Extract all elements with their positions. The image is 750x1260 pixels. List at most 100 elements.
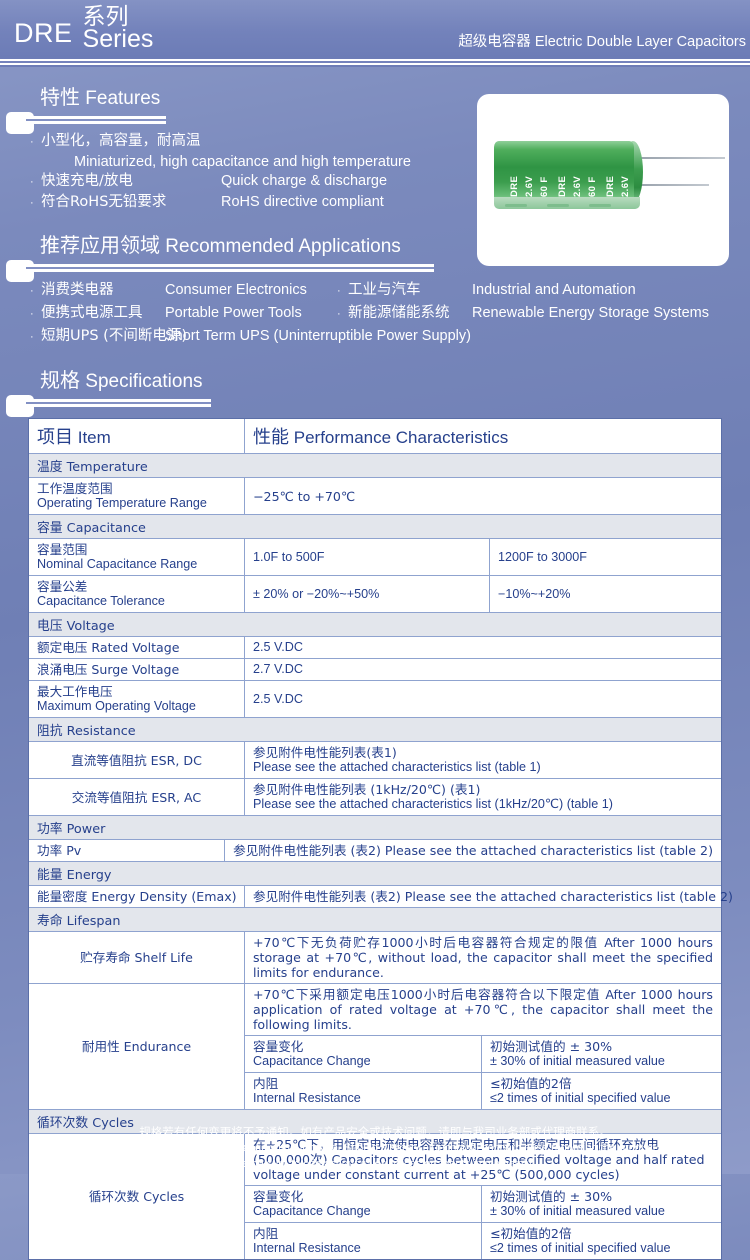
- row-label-cn: 工作温度范围: [37, 481, 113, 496]
- cycles-sub-label: 容量变化 Capacitance Change: [245, 1186, 482, 1222]
- row-label-cn: 最大工作电压: [37, 684, 113, 699]
- table-row: 直流等值阻抗 ESR, DC 参见附件电性能列表(表1) Please see …: [29, 742, 721, 779]
- row-label-en: Nominal Capacitance Range: [37, 557, 198, 571]
- cycles-sub-label: 内阻 Internal Resistance: [245, 1223, 482, 1259]
- table-group-row: 功率 Power: [29, 816, 721, 840]
- section-rule-line: [26, 116, 166, 125]
- sub-label-cn: 内阻: [253, 1226, 279, 1241]
- features-rule: [0, 112, 750, 134]
- specifications-rule: [0, 395, 750, 417]
- list-item: · 短期UPS (不间断电源) Short Term UPS (Uninterru…: [30, 325, 750, 348]
- row-value-nominal-capacitance-a: 1.0F to 500F: [245, 539, 490, 575]
- row-value-nominal-capacitance-b: 1200F to 3000F: [498, 550, 587, 564]
- bullet-icon: ·: [30, 196, 34, 209]
- feature-label-cn: 符合RoHS无铅要求: [41, 193, 167, 210]
- cycles-sub-value: 初始测试值的 ± 30% ± 30% of initial measured v…: [482, 1186, 721, 1222]
- specifications-section: 规格 Specifications: [0, 364, 750, 417]
- row-value: 2.5 V.DC: [253, 640, 303, 654]
- row-label: 直流等值阻抗 ESR, DC: [71, 752, 202, 768]
- column-header-performance-en: Performance Characteristics: [293, 428, 509, 447]
- row-value-cn: 参见附件电性能列表(表1): [253, 745, 397, 760]
- sub-value-cn: 初始测试值的 ± 30%: [490, 1039, 613, 1054]
- cycles-sub-row: 内阻 Internal Resistance ≤初始值的2倍 ≤2 times …: [245, 1223, 721, 1259]
- row-value-max-operating-voltage: 2.5 V.DC: [245, 681, 721, 717]
- applications-title-cn: 推荐应用领域: [40, 233, 160, 257]
- sub-label-en: Capacitance Change: [253, 1054, 371, 1068]
- row-label: 贮存寿命 Shelf Life: [80, 950, 193, 965]
- row-label-endurance: 耐用性 Endurance: [29, 984, 245, 1109]
- table-row: 容量公差 Capacitance Tolerance ± 20% or −20%…: [29, 576, 721, 613]
- series-block: 系列 Series: [82, 5, 154, 54]
- endurance-sub-value: 初始测试值的 ± 30% ± 30% of initial measured v…: [482, 1036, 721, 1072]
- row-value: 参见附件电性能列表 (表2) Please see the attached c…: [233, 843, 713, 858]
- applications-section: 推荐应用领域 Recommended Applications · 消费类电器 C…: [0, 229, 750, 348]
- bullet-icon: ·: [30, 331, 34, 343]
- table-group-row: 寿命 Lifespan: [29, 908, 721, 932]
- row-value-en: Please see the attached characteristics …: [253, 760, 541, 774]
- group-label-voltage: 电压 Voltage: [29, 613, 721, 636]
- column-header-performance: 性能 Performance Characteristics: [245, 419, 721, 453]
- table-row-endurance: 耐用性 Endurance +70℃下采用额定电压1000小时后电容器符合以下限…: [29, 984, 721, 1110]
- table-row: 工作温度范围 Operating Temperature Range −25℃ …: [29, 478, 721, 515]
- feature-label-cn: 小型化，高容量，耐高温: [41, 133, 201, 149]
- row-value-power-pv: 参见附件电性能列表 (表2) Please see the attached c…: [225, 840, 721, 861]
- application-label-cn: 消费类电器: [41, 282, 114, 298]
- table-row: 最大工作电压 Maximum Operating Voltage 2.5 V.D…: [29, 681, 721, 718]
- header-subtitle-cn: 超级电容器: [458, 34, 531, 50]
- row-value-energy-density: 参见附件电性能列表 (表2) Please see the attached c…: [245, 886, 741, 907]
- endurance-sub-label: 容量变化 Capacitance Change: [245, 1036, 482, 1072]
- series-label-en: Series: [82, 25, 154, 54]
- row-label-en: Operating Temperature Range: [37, 496, 207, 510]
- cycles-sub-value: ≤初始值的2倍 ≤2 times of initial specified va…: [482, 1223, 721, 1259]
- row-label: 额定电压 Rated Voltage: [37, 640, 180, 655]
- application-label-en: Industrial and Automation: [472, 282, 636, 298]
- footer-line-en-2: please be sure to contact our sales offi…: [215, 1158, 535, 1170]
- page-footer: 规格若有任何变更将不予通知。如有产品安全或技术问题，请即与我司业务部或代理商联系…: [0, 1124, 750, 1172]
- sub-value-en: ± 30% of initial measured value: [490, 1204, 665, 1218]
- bullet-icon: ·: [30, 136, 34, 148]
- applications-title: 推荐应用领域 Recommended Applications: [40, 229, 750, 258]
- features-list: · 小型化，高容量，耐高温 Miniaturized, high capacit…: [30, 132, 750, 213]
- list-item: · 快速充电/放电 Quick charge & discharge: [30, 172, 750, 193]
- row-label-esr-dc: 直流等值阻抗 ESR, DC: [29, 742, 245, 778]
- brand-block: DRE 系列 Series: [14, 5, 154, 54]
- row-label-rated-voltage: 额定电压 Rated Voltage: [29, 637, 245, 658]
- feature-label-en: RoHS directive compliant: [221, 193, 384, 210]
- brand-name: DRE: [14, 18, 73, 48]
- table-group-row: 电压 Voltage: [29, 613, 721, 637]
- sub-label-en: Internal Resistance: [253, 1091, 361, 1105]
- sub-value-en: ± 30% of initial measured value: [490, 1054, 665, 1068]
- row-label-en: Capacitance Tolerance: [37, 594, 165, 608]
- row-label-en: Maximum Operating Voltage: [37, 699, 196, 713]
- header-subtitle-en: Electric Double Layer Capacitors: [534, 34, 746, 50]
- endurance-intro-row: +70℃下采用额定电压1000小时后电容器符合以下限定值 After 1000 …: [245, 984, 721, 1036]
- row-label-max-operating-voltage: 最大工作电压 Maximum Operating Voltage: [29, 681, 245, 717]
- application-label-en: Renewable Energy Storage Systems: [472, 305, 709, 321]
- applications-rule: [0, 260, 750, 282]
- row-label: 能量密度 Energy Density (Emax): [37, 889, 237, 904]
- row-label: 功率 Pv: [37, 843, 82, 858]
- list-item: · 符合RoHS无铅要求 RoHS directive compliant: [30, 193, 750, 214]
- feature-label-en: Miniaturized, high capacitance and high …: [74, 153, 411, 170]
- specifications-title-cn: 规格: [40, 368, 80, 392]
- row-label-capacitance-tolerance: 容量公差 Capacitance Tolerance: [29, 576, 245, 612]
- page-header: DRE 系列 Series 超级电容器 Electric Double Laye…: [0, 0, 750, 58]
- row-value-rated-voltage: 2.5 V.DC: [245, 637, 721, 658]
- table-group-row: 阻抗 Resistance: [29, 718, 721, 742]
- specifications-title: 规格 Specifications: [40, 364, 750, 393]
- row-value-capacitance-tolerance-b: −10%~+20%: [498, 587, 571, 601]
- sub-value-en: ≤2 times of initial specified value: [490, 1241, 671, 1255]
- sub-label-cn: 容量变化: [253, 1189, 304, 1204]
- footer-line-cn: 规格若有任何变更将不予通知。如有产品安全或技术问题，请即与我司业务部或代理商联系…: [139, 1125, 611, 1139]
- applications-list: · 消费类电器 Consumer Electronics · 工业与汽车 Indus…: [30, 279, 750, 348]
- endurance-sub-row: 内阻 Internal Resistance ≤初始值的2倍 ≤2 times …: [245, 1073, 721, 1109]
- cycles-sub-row: 容量变化 Capacitance Change 初始测试值的 ± 30% ± 3…: [245, 1186, 721, 1223]
- sub-label-cn: 内阻: [253, 1076, 279, 1091]
- list-item: · 小型化，高容量，耐高温: [30, 132, 750, 153]
- row-label: 循环次数 Cycles: [88, 1189, 185, 1204]
- group-label-temperature: 温度 Temperature: [29, 454, 721, 477]
- application-label-en: Short Term UPS (Uninterruptible Power Su…: [165, 328, 471, 344]
- specifications-title-en: Specifications: [85, 371, 203, 392]
- row-value-operating-temp: −25℃ to +70℃: [245, 478, 721, 514]
- table-row: 容量范围 Nominal Capacitance Range 1.0F to 5…: [29, 539, 721, 576]
